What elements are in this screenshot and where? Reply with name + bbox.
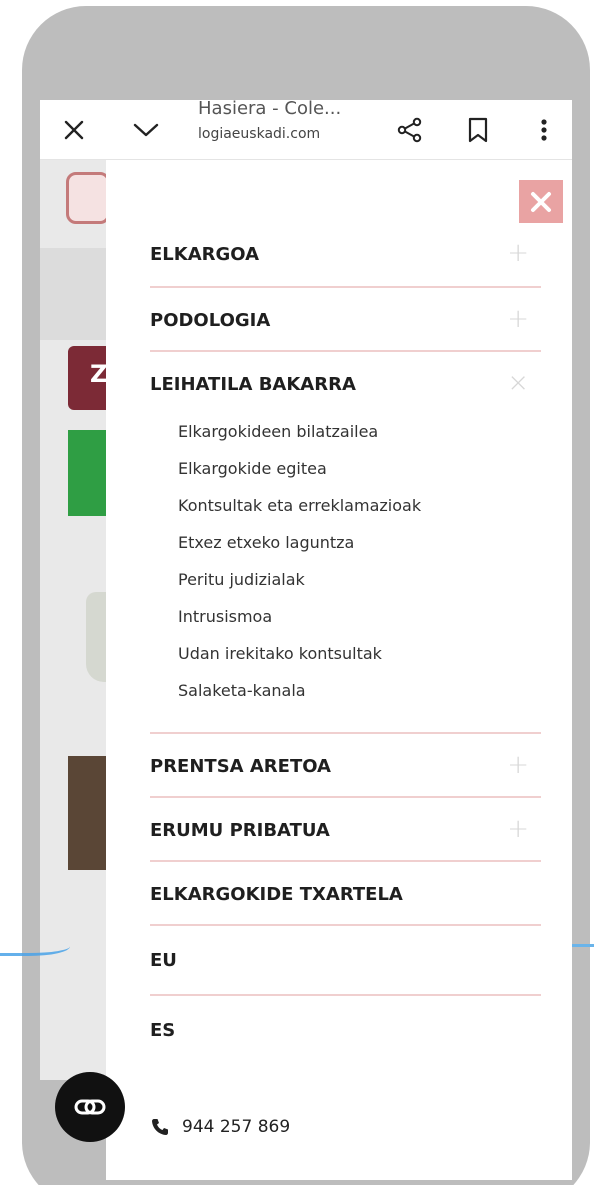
submenu-item[interactable]: Elkargokideen bilatzailea (178, 422, 378, 441)
submenu-item[interactable]: Kontsultak eta erreklamazioak (178, 496, 421, 515)
phone-number: 944 257 869 (182, 1117, 291, 1137)
chevron-down-icon (133, 123, 159, 137)
site-banner (40, 248, 108, 340)
submenu-item[interactable]: Peritu judizialak (178, 570, 305, 589)
menu-item-language-es[interactable]: ES (150, 996, 541, 1066)
submenu-item[interactable]: Salaketa-kanala (178, 681, 306, 700)
page-title: Hasiera - Cole... (198, 100, 342, 119)
site-logo[interactable] (66, 172, 110, 224)
submenu-item[interactable]: Elkargokide egitea (178, 459, 327, 478)
menu-item-label: PODOLOGIA (150, 310, 271, 331)
menu-item-label: ERUMU PRIBATUA (150, 820, 330, 841)
screen: Z Hasiera - Cole... logiaeuskadi.com ELK… (0, 0, 594, 1185)
bookmark-button[interactable] (460, 100, 496, 160)
site-photo[interactable] (68, 756, 108, 870)
submenu-item[interactable]: Etxez etxeko laguntza (178, 533, 354, 552)
menu-item-podologia[interactable]: PODOLOGIA + (150, 288, 541, 352)
minimize-button[interactable] (128, 100, 164, 160)
browser-toolbar: Hasiera - Cole... logiaeuskadi.com (40, 100, 572, 160)
floating-link-button[interactable] (55, 1072, 125, 1142)
share-button[interactable] (392, 100, 428, 160)
expand-icon[interactable]: + (507, 750, 529, 780)
menu-item-label: LEIHATILA BAKARRA (150, 374, 356, 395)
menu-item-label: ES (150, 1020, 176, 1041)
menu-item-erumu-pribatua[interactable]: ERUMU PRIBATUA + (150, 798, 541, 862)
close-tab-button[interactable] (58, 100, 90, 160)
collapse-icon[interactable]: × (507, 368, 529, 398)
bookmark-icon (468, 117, 488, 143)
more-vert-icon (541, 119, 547, 141)
expand-icon[interactable]: + (507, 238, 529, 268)
menu-item-elkargoa[interactable]: ELKARGOA + (150, 230, 541, 288)
submenu-item[interactable]: Udan irekitako kontsultak (178, 644, 382, 663)
expand-icon[interactable]: + (507, 814, 529, 844)
site-red-badge[interactable]: Z (68, 346, 108, 410)
site-green-banner[interactable] (68, 430, 108, 516)
phone-icon (152, 1119, 168, 1135)
site-foot-image (86, 592, 108, 682)
menu-item-prentsa-aretoa[interactable]: PRENTSA ARETOA + (150, 734, 541, 798)
page-title-block[interactable]: Hasiera - Cole... logiaeuskadi.com (198, 100, 388, 160)
close-icon (531, 191, 551, 212)
menu-item-label: PRENTSA ARETOA (150, 756, 331, 777)
menu-item-label: ELKARGOKIDE TXARTELA (150, 884, 403, 905)
menu-item-elkargokide-txartela[interactable]: ELKARGOKIDE TXARTELA (150, 862, 541, 926)
menu-item-label: EU (150, 950, 177, 971)
submenu-item[interactable]: Intrusismoa (178, 607, 272, 626)
side-menu-panel: ELKARGOA + PODOLOGIA + LEIHATILA BAKARRA… (106, 160, 572, 1180)
menu-item-label: ELKARGOA (150, 244, 260, 265)
page-url: logiaeuskadi.com (198, 126, 321, 142)
link-icon (74, 1099, 106, 1115)
decorative-wave-right (572, 944, 594, 947)
site-red-badge-text: Z (90, 360, 108, 388)
menu-item-language-eu[interactable]: EU (150, 926, 541, 996)
expand-icon[interactable]: + (507, 304, 529, 334)
phone-contact[interactable]: 944 257 869 (150, 1112, 290, 1142)
menu-close-button[interactable] (519, 180, 563, 223)
more-options-button[interactable] (530, 100, 558, 160)
share-icon (397, 117, 422, 143)
close-icon (64, 120, 84, 140)
